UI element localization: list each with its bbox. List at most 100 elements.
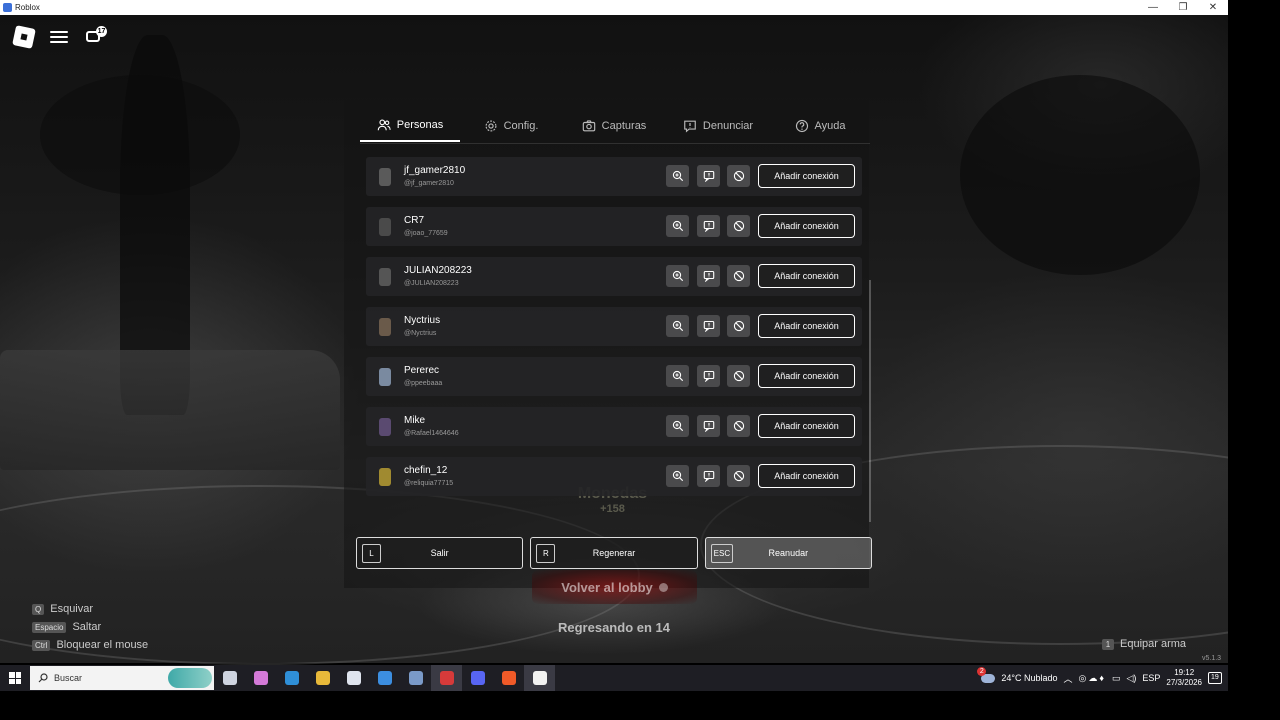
add-connection-button[interactable]: Añadir conexión <box>758 464 855 488</box>
tab-label: Capturas <box>601 120 647 132</box>
roblox-taskbar-button[interactable] <box>524 665 555 691</box>
player-handle: @joao_77659 <box>404 230 448 237</box>
add-connection-button[interactable]: Añadir conexión <box>758 264 855 288</box>
bottom-action-bar: L Salir R Regenerar ESC Reanudar <box>356 537 872 569</box>
file-explorer-taskbar-button[interactable] <box>307 665 338 691</box>
discord-taskbar-button[interactable] <box>462 665 493 691</box>
obs-taskbar-button[interactable] <box>431 665 462 691</box>
respawn-button[interactable]: R Regenerar <box>530 537 698 569</box>
gamepad-icon <box>658 582 668 592</box>
hint-dodge: Q Esquivar <box>32 600 148 618</box>
return-countdown: Regresando en 14 <box>558 620 670 635</box>
tab-personas[interactable]: Personas <box>360 110 460 142</box>
hint-label: Bloquear el mouse <box>56 639 149 651</box>
minimize-button[interactable]: — <box>1138 2 1168 13</box>
block-button[interactable] <box>727 465 750 487</box>
report-player-button[interactable] <box>697 365 720 387</box>
player-row[interactable]: CR7 @joao_77659 Añadir conexión <box>366 207 862 246</box>
tray-apps-icon[interactable]: ◎☁♦ <box>1079 673 1106 684</box>
block-button[interactable] <box>727 215 750 237</box>
player-handle: @Nyctrius <box>404 330 437 337</box>
inspect-icon <box>672 470 684 482</box>
player-row[interactable]: jf_gamer2810 @jf_gamer2810 Añadir conexión <box>366 157 862 196</box>
tab-ayuda[interactable]: Ayuda <box>770 110 870 142</box>
inspect-button[interactable] <box>666 365 689 387</box>
report-player-button[interactable] <box>697 415 720 437</box>
keycap: R <box>536 544 556 563</box>
chat-icon[interactable]: 17 <box>84 26 107 48</box>
report-player-button[interactable] <box>697 265 720 287</box>
back-to-lobby-button[interactable]: Volver al lobby <box>532 570 697 604</box>
brave-icon <box>501 671 516 685</box>
notification-icon[interactable]: 19 <box>1208 672 1222 684</box>
block-button[interactable] <box>727 365 750 387</box>
inspect-button[interactable] <box>666 465 689 487</box>
roblox-menu-icon[interactable] <box>12 25 36 49</box>
search-icon <box>38 673 48 683</box>
weather-text: 24°C Nublado <box>1001 673 1058 683</box>
copilot-taskbar-button[interactable] <box>245 665 276 691</box>
player-list-scrollbar[interactable] <box>869 280 871 522</box>
player-avatar <box>379 268 391 286</box>
player-row[interactable]: Pererec @ppeebaaa Añadir conexión <box>366 357 862 396</box>
block-button[interactable] <box>727 315 750 337</box>
player-row[interactable]: chefin_12 @reliquia77715 Añadir conexión <box>366 457 862 496</box>
report-player-button[interactable] <box>697 165 720 187</box>
close-button[interactable]: ✕ <box>1198 2 1228 13</box>
add-connection-button[interactable]: Añadir conexión <box>758 214 855 238</box>
inspect-button[interactable] <box>666 315 689 337</box>
hint-mouse-lock: Ctrl Bloquear el mouse <box>32 636 148 654</box>
player-row[interactable]: JULIAN208223 @JULIAN208223 Añadir conexión <box>366 257 862 296</box>
taskbar-search[interactable]: Buscar <box>30 666 214 690</box>
control-hints: Q Esquivar Espacio Saltar Ctrl Bloquear el … <box>32 600 148 654</box>
inspect-icon <box>672 270 684 282</box>
report-icon <box>703 270 715 282</box>
tab-capturas[interactable]: Capturas <box>562 110 666 142</box>
block-button[interactable] <box>727 165 750 187</box>
edge-taskbar-button[interactable] <box>276 665 307 691</box>
add-connection-button[interactable]: Añadir conexión <box>758 314 855 338</box>
steam-taskbar-button[interactable] <box>400 665 431 691</box>
leave-button[interactable]: L Salir <box>356 537 524 569</box>
store-taskbar-button[interactable] <box>338 665 369 691</box>
volume-icon[interactable]: ◁) <box>1126 673 1136 684</box>
network-icon[interactable]: ▭ <box>1112 673 1121 684</box>
report-player-button[interactable] <box>697 315 720 337</box>
report-player-button[interactable] <box>697 465 720 487</box>
report-icon <box>703 170 715 182</box>
inspect-button[interactable] <box>666 165 689 187</box>
language-indicator[interactable]: ESP <box>1142 673 1160 683</box>
player-row[interactable]: Nyctrius @Nyctrius Añadir conexión <box>366 307 862 346</box>
block-icon <box>733 220 745 232</box>
block-button[interactable] <box>727 415 750 437</box>
weather-badge: 2 <box>977 666 987 676</box>
chevron-up-icon[interactable]: ︿ <box>1063 672 1072 685</box>
keycap: ESC <box>710 544 734 563</box>
pinned-apps <box>214 665 555 691</box>
clock[interactable]: 19:12 27/3/2026 <box>1166 668 1202 688</box>
mail-taskbar-button[interactable] <box>369 665 400 691</box>
block-button[interactable] <box>727 265 750 287</box>
brave-taskbar-button[interactable] <box>493 665 524 691</box>
tab-label: Denunciar <box>702 120 754 132</box>
inspect-button[interactable] <box>666 215 689 237</box>
start-button[interactable] <box>0 665 30 691</box>
clock-date: 27/3/2026 <box>1166 678 1202 687</box>
hamburger-icon[interactable] <box>48 26 70 48</box>
system-tray: 2 24°C Nublado ︿ ◎☁♦ ▭ ◁) ESP 19:12 27/3… <box>977 665 1228 691</box>
restore-button[interactable]: ❐ <box>1168 2 1198 13</box>
block-icon <box>733 370 745 382</box>
inspect-button[interactable] <box>666 415 689 437</box>
tab-denunciar[interactable]: Denunciar <box>666 110 770 142</box>
add-connection-button[interactable]: Añadir conexión <box>758 364 855 388</box>
add-connection-button[interactable]: Añadir conexión <box>758 414 855 438</box>
add-connection-button[interactable]: Añadir conexión <box>758 164 855 188</box>
player-avatar <box>379 218 391 236</box>
weather-widget[interactable]: 2 <box>977 666 996 683</box>
task-view-taskbar-button[interactable] <box>214 665 245 691</box>
inspect-button[interactable] <box>666 265 689 287</box>
tab-config[interactable]: Config. <box>460 110 562 142</box>
player-row[interactable]: Mike @Rafael1464646 Añadir conexión <box>366 407 862 446</box>
resume-button[interactable]: ESC Reanudar <box>704 537 872 569</box>
report-player-button[interactable] <box>697 215 720 237</box>
